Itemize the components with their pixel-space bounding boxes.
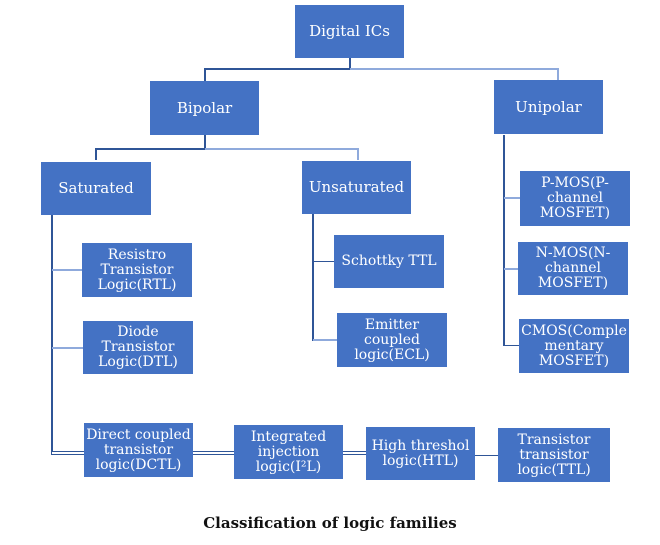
node-cmos: CMOS(Comple mentary MOSFET) bbox=[519, 319, 629, 373]
node-label: Schottky TTL bbox=[341, 253, 437, 269]
node-rtl: Resistro Transistor Logic(RTL) bbox=[82, 243, 192, 297]
connector-bipolar-to-saturated-h bbox=[95, 148, 206, 150]
node-label-line: High threshol bbox=[371, 437, 470, 454]
connector-saturated-to-rtl bbox=[52, 269, 82, 271]
node-label-line: CMOS(Comple bbox=[521, 322, 627, 339]
connector-bipolar-to-unsaturated-h bbox=[205, 148, 359, 150]
connector-saturated-to-dctl bbox=[52, 451, 84, 455]
connector-root-to-bipolar-h bbox=[204, 68, 351, 70]
connector-unipolar-to-cmos bbox=[504, 345, 520, 346]
node-ttl: Transistor transistor logic(TTL) bbox=[498, 428, 610, 482]
node-label-line: logic(HTL) bbox=[382, 452, 459, 469]
node-label-line: Logic(RTL) bbox=[97, 276, 177, 293]
node-label-line: MOSFET) bbox=[537, 275, 609, 291]
connector-bipolar-stem bbox=[204, 135, 206, 149]
node-label-line: Integrated bbox=[250, 428, 327, 445]
connector-root-to-bipolar-v bbox=[204, 68, 206, 81]
node-label-line: P-MOS(P- bbox=[541, 175, 609, 191]
node-label-line: channel bbox=[544, 260, 601, 276]
connector-unsaturated-trunk bbox=[312, 214, 314, 341]
connector-unipolar-trunk bbox=[503, 135, 505, 346]
node-label-line: Logic(DTL) bbox=[98, 354, 178, 370]
node-label-line: injection bbox=[257, 443, 320, 460]
diagram-caption: Classification of logic families bbox=[203, 514, 457, 532]
node-label: Unipolar bbox=[515, 97, 582, 116]
node-label-line: Diode bbox=[117, 324, 159, 340]
node-label: Unsaturated bbox=[308, 178, 405, 196]
node-ecl: Emitter coupled logic(ECL) bbox=[337, 313, 447, 367]
node-label-line: Emitter bbox=[364, 316, 420, 333]
node-label-line: mentary bbox=[544, 337, 604, 354]
node-label-line: transistor bbox=[103, 441, 174, 458]
node-schottky-ttl: Schottky TTL bbox=[334, 235, 444, 288]
connector-htl-to-ttl bbox=[475, 455, 498, 456]
node-label-line: logic(I²L) bbox=[255, 458, 322, 475]
connector-bipolar-to-unsaturated-v bbox=[357, 148, 359, 160]
node-label-line: logic(ECL) bbox=[354, 346, 430, 363]
node-saturated: Saturated bbox=[41, 162, 151, 215]
node-label-line: Direct coupled bbox=[86, 426, 191, 443]
node-dtl: Diode Transistor Logic(DTL) bbox=[83, 321, 193, 374]
connector-root-to-unipolar-h bbox=[350, 68, 559, 70]
node-label-line: logic(TTL) bbox=[517, 461, 591, 478]
node-pmos: P-MOS(P- channel MOSFET) bbox=[520, 171, 630, 226]
node-unsaturated: Unsaturated bbox=[302, 161, 411, 214]
node-label-line: N-MOS(N- bbox=[535, 245, 611, 261]
node-digital-ics: Digital ICs bbox=[295, 5, 404, 58]
node-label: Bipolar bbox=[176, 98, 233, 117]
connector-saturated-to-dtl bbox=[52, 347, 84, 349]
connector-unsaturated-to-schottky bbox=[313, 261, 334, 262]
connector-dctl-to-i2l bbox=[193, 451, 234, 455]
node-htl: High threshol logic(HTL) bbox=[366, 427, 475, 480]
node-label-line: coupled bbox=[364, 331, 420, 348]
node-label-line: MOSFET) bbox=[538, 352, 610, 369]
node-label-line: channel bbox=[546, 190, 603, 206]
node-label-line: logic(DCTL) bbox=[95, 456, 182, 473]
connector-bipolar-to-saturated-v bbox=[95, 148, 97, 160]
node-label-line: Transistor bbox=[100, 261, 174, 278]
node-nmos: N-MOS(N- channel MOSFET) bbox=[518, 242, 628, 295]
connector-unipolar-to-nmos bbox=[504, 268, 518, 270]
node-label-line: MOSFET) bbox=[539, 205, 611, 221]
node-label-line: transistor bbox=[519, 446, 589, 463]
node-bipolar: Bipolar bbox=[150, 81, 259, 135]
node-label: Saturated bbox=[58, 179, 134, 197]
connector-saturated-trunk bbox=[51, 215, 53, 455]
connector-unipolar-to-pmos bbox=[504, 197, 520, 199]
node-i2l: Integrated injection logic(I²L) bbox=[234, 425, 343, 479]
node-label: Digital ICs bbox=[309, 22, 390, 40]
node-label-line: Resistro bbox=[107, 246, 167, 263]
connector-unsaturated-to-ecl bbox=[313, 339, 337, 341]
node-label-line: Transistor bbox=[101, 339, 175, 355]
node-unipolar: Unipolar bbox=[494, 80, 603, 134]
node-dctl: Direct coupled transistor logic(DCTL) bbox=[84, 423, 193, 477]
node-label-line: Transistor bbox=[517, 431, 591, 448]
connector-i2l-to-htl bbox=[343, 451, 366, 455]
